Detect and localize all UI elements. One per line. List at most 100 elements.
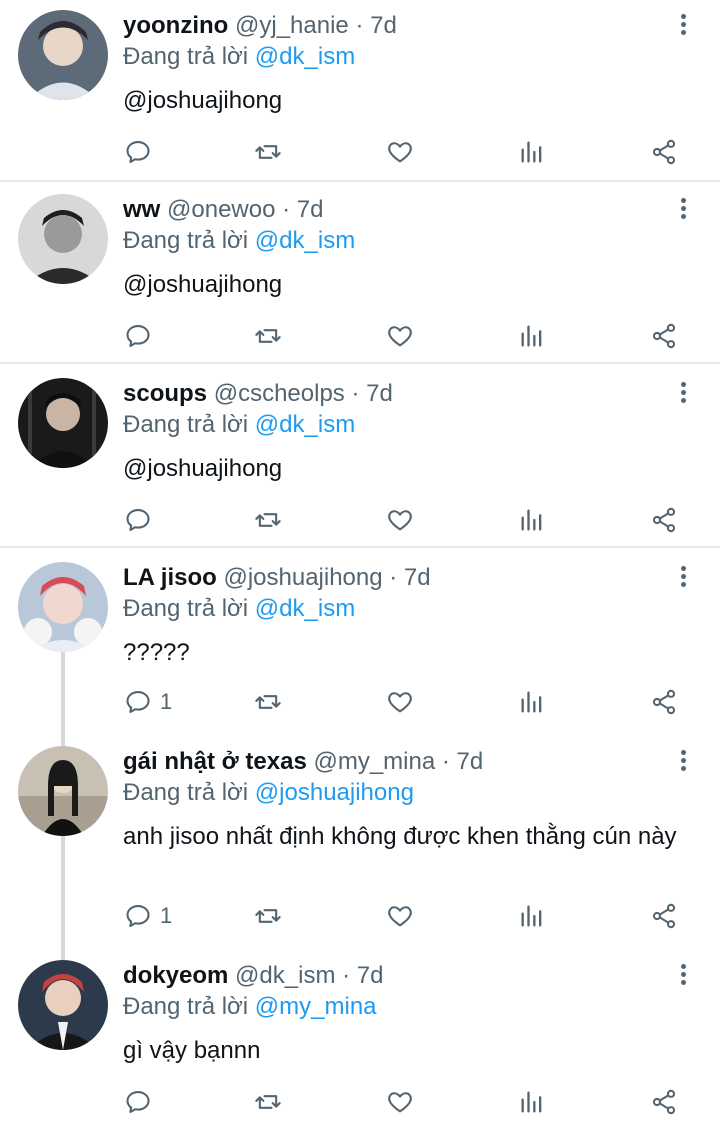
- retweet-button[interactable]: [254, 682, 282, 722]
- share-icon: [652, 139, 676, 165]
- user-handle[interactable]: @joshuajihong: [223, 564, 382, 591]
- heart-icon: [388, 510, 412, 531]
- reply-button[interactable]: 1: [124, 896, 172, 936]
- avatar[interactable]: [18, 10, 108, 100]
- views-button[interactable]: [518, 682, 546, 722]
- more-vertical-icon[interactable]: [672, 564, 694, 592]
- user-handle[interactable]: @yj_hanie: [235, 12, 349, 39]
- reply-mention[interactable]: @my_mina: [255, 993, 377, 1020]
- reply-context: Đang trả lời @joshuajihong: [123, 779, 414, 807]
- display-name[interactable]: gái nhật ở texas: [123, 748, 307, 775]
- more-vertical-icon[interactable]: [672, 748, 694, 776]
- timestamp[interactable]: · 7d: [442, 748, 483, 775]
- tweet-text[interactable]: anh jisoo nhất định không được khen thằn…: [123, 821, 703, 852]
- display-name[interactable]: dokyeom: [123, 962, 228, 989]
- tweet-text[interactable]: @joshuajihong: [123, 85, 703, 116]
- share-icon: [652, 323, 676, 349]
- timestamp[interactable]: · 7d: [342, 962, 383, 989]
- tweet-header: scoups @cscheolps · 7d: [123, 380, 393, 408]
- tweet-actions: 1: [0, 682, 720, 722]
- retweet-icon: [255, 329, 281, 343]
- share-button[interactable]: [650, 316, 678, 356]
- views-icon: [521, 325, 542, 347]
- like-button[interactable]: [386, 500, 414, 540]
- reply-context: Đang trả lời @dk_ism: [123, 411, 355, 439]
- more-vertical-icon[interactable]: [672, 962, 694, 990]
- reply-mention[interactable]: @dk_ism: [255, 411, 355, 438]
- tweet-text[interactable]: @joshuajihong: [123, 453, 703, 484]
- retweet-icon: [255, 145, 281, 159]
- views-button[interactable]: [518, 132, 546, 172]
- user-handle[interactable]: @dk_ism: [235, 962, 335, 989]
- share-button[interactable]: [650, 1082, 678, 1122]
- more-vertical-icon[interactable]: [672, 380, 694, 408]
- user-handle[interactable]: @cscheolps: [214, 380, 345, 407]
- views-button[interactable]: [518, 1082, 546, 1122]
- reply-prefix: Đang trả lời: [123, 993, 249, 1020]
- reply-button[interactable]: [124, 316, 160, 356]
- tweet-text[interactable]: gì vậy bạnnn: [123, 1035, 703, 1066]
- reply-icon: [126, 1091, 150, 1113]
- heart-icon: [388, 142, 412, 163]
- display-name[interactable]: scoups: [123, 380, 207, 407]
- like-button[interactable]: [386, 896, 414, 936]
- reply-context: Đang trả lời @dk_ism: [123, 43, 355, 71]
- retweet-button[interactable]: [254, 1082, 282, 1122]
- like-button[interactable]: [386, 1082, 414, 1122]
- reply-mention[interactable]: @dk_ism: [255, 227, 355, 254]
- timestamp[interactable]: · 7d: [389, 564, 430, 591]
- reply-prefix: Đang trả lời: [123, 595, 249, 622]
- reply-mention[interactable]: @dk_ism: [255, 43, 355, 70]
- more-vertical-icon[interactable]: [672, 12, 694, 40]
- avatar[interactable]: [18, 378, 108, 468]
- retweet-button[interactable]: [254, 896, 282, 936]
- reply-button[interactable]: [124, 1082, 160, 1122]
- avatar[interactable]: [18, 562, 108, 652]
- share-button[interactable]: [650, 682, 678, 722]
- avatar[interactable]: [18, 960, 108, 1050]
- user-handle[interactable]: @my_mina: [313, 748, 435, 775]
- reply-button[interactable]: [124, 132, 160, 172]
- user-handle[interactable]: @onewoo: [167, 196, 275, 223]
- reply-mention[interactable]: @joshuajihong: [255, 779, 414, 806]
- share-button[interactable]: [650, 896, 678, 936]
- tweet-text[interactable]: ?????: [123, 637, 703, 668]
- reply-icon: [126, 905, 150, 927]
- reply-context: Đang trả lời @my_mina: [123, 993, 377, 1021]
- timestamp[interactable]: · 7d: [351, 380, 392, 407]
- like-button[interactable]: [386, 132, 414, 172]
- views-button[interactable]: [518, 896, 546, 936]
- avatar[interactable]: [18, 194, 108, 284]
- more-vertical-icon[interactable]: [672, 196, 694, 224]
- like-button[interactable]: [386, 682, 414, 722]
- avatar[interactable]: [18, 746, 108, 836]
- share-button[interactable]: [650, 132, 678, 172]
- retweet-button[interactable]: [254, 500, 282, 540]
- timestamp[interactable]: · 7d: [282, 196, 323, 223]
- timestamp[interactable]: · 7d: [355, 12, 396, 39]
- tweet-header: yoonzino @yj_hanie · 7d: [123, 12, 397, 40]
- reply-button[interactable]: [124, 500, 160, 540]
- display-name[interactable]: yoonzino: [123, 12, 228, 39]
- tweet-actions: [0, 500, 720, 540]
- reply-button[interactable]: 1: [124, 682, 172, 722]
- share-icon: [652, 1089, 676, 1115]
- tweet-actions: 1: [0, 896, 720, 936]
- reply-context: Đang trả lời @dk_ism: [123, 227, 355, 255]
- like-button[interactable]: [386, 316, 414, 356]
- share-icon: [652, 507, 676, 533]
- display-name[interactable]: LA jisoo: [123, 564, 217, 591]
- retweet-button[interactable]: [254, 316, 282, 356]
- share-button[interactable]: [650, 500, 678, 540]
- views-button[interactable]: [518, 500, 546, 540]
- tweet-actions: [0, 316, 720, 356]
- reply-count: 1: [160, 903, 173, 928]
- tweet-text[interactable]: @joshuajihong: [123, 269, 703, 300]
- views-button[interactable]: [518, 316, 546, 356]
- retweet-button[interactable]: [254, 132, 282, 172]
- tweet-header: gái nhật ở texas @my_mina · 7d: [123, 748, 483, 776]
- display-name[interactable]: ww: [123, 196, 160, 223]
- tweet-divider: [0, 362, 720, 364]
- reply-context: Đang trả lời @dk_ism: [123, 595, 355, 623]
- reply-mention[interactable]: @dk_ism: [255, 595, 355, 622]
